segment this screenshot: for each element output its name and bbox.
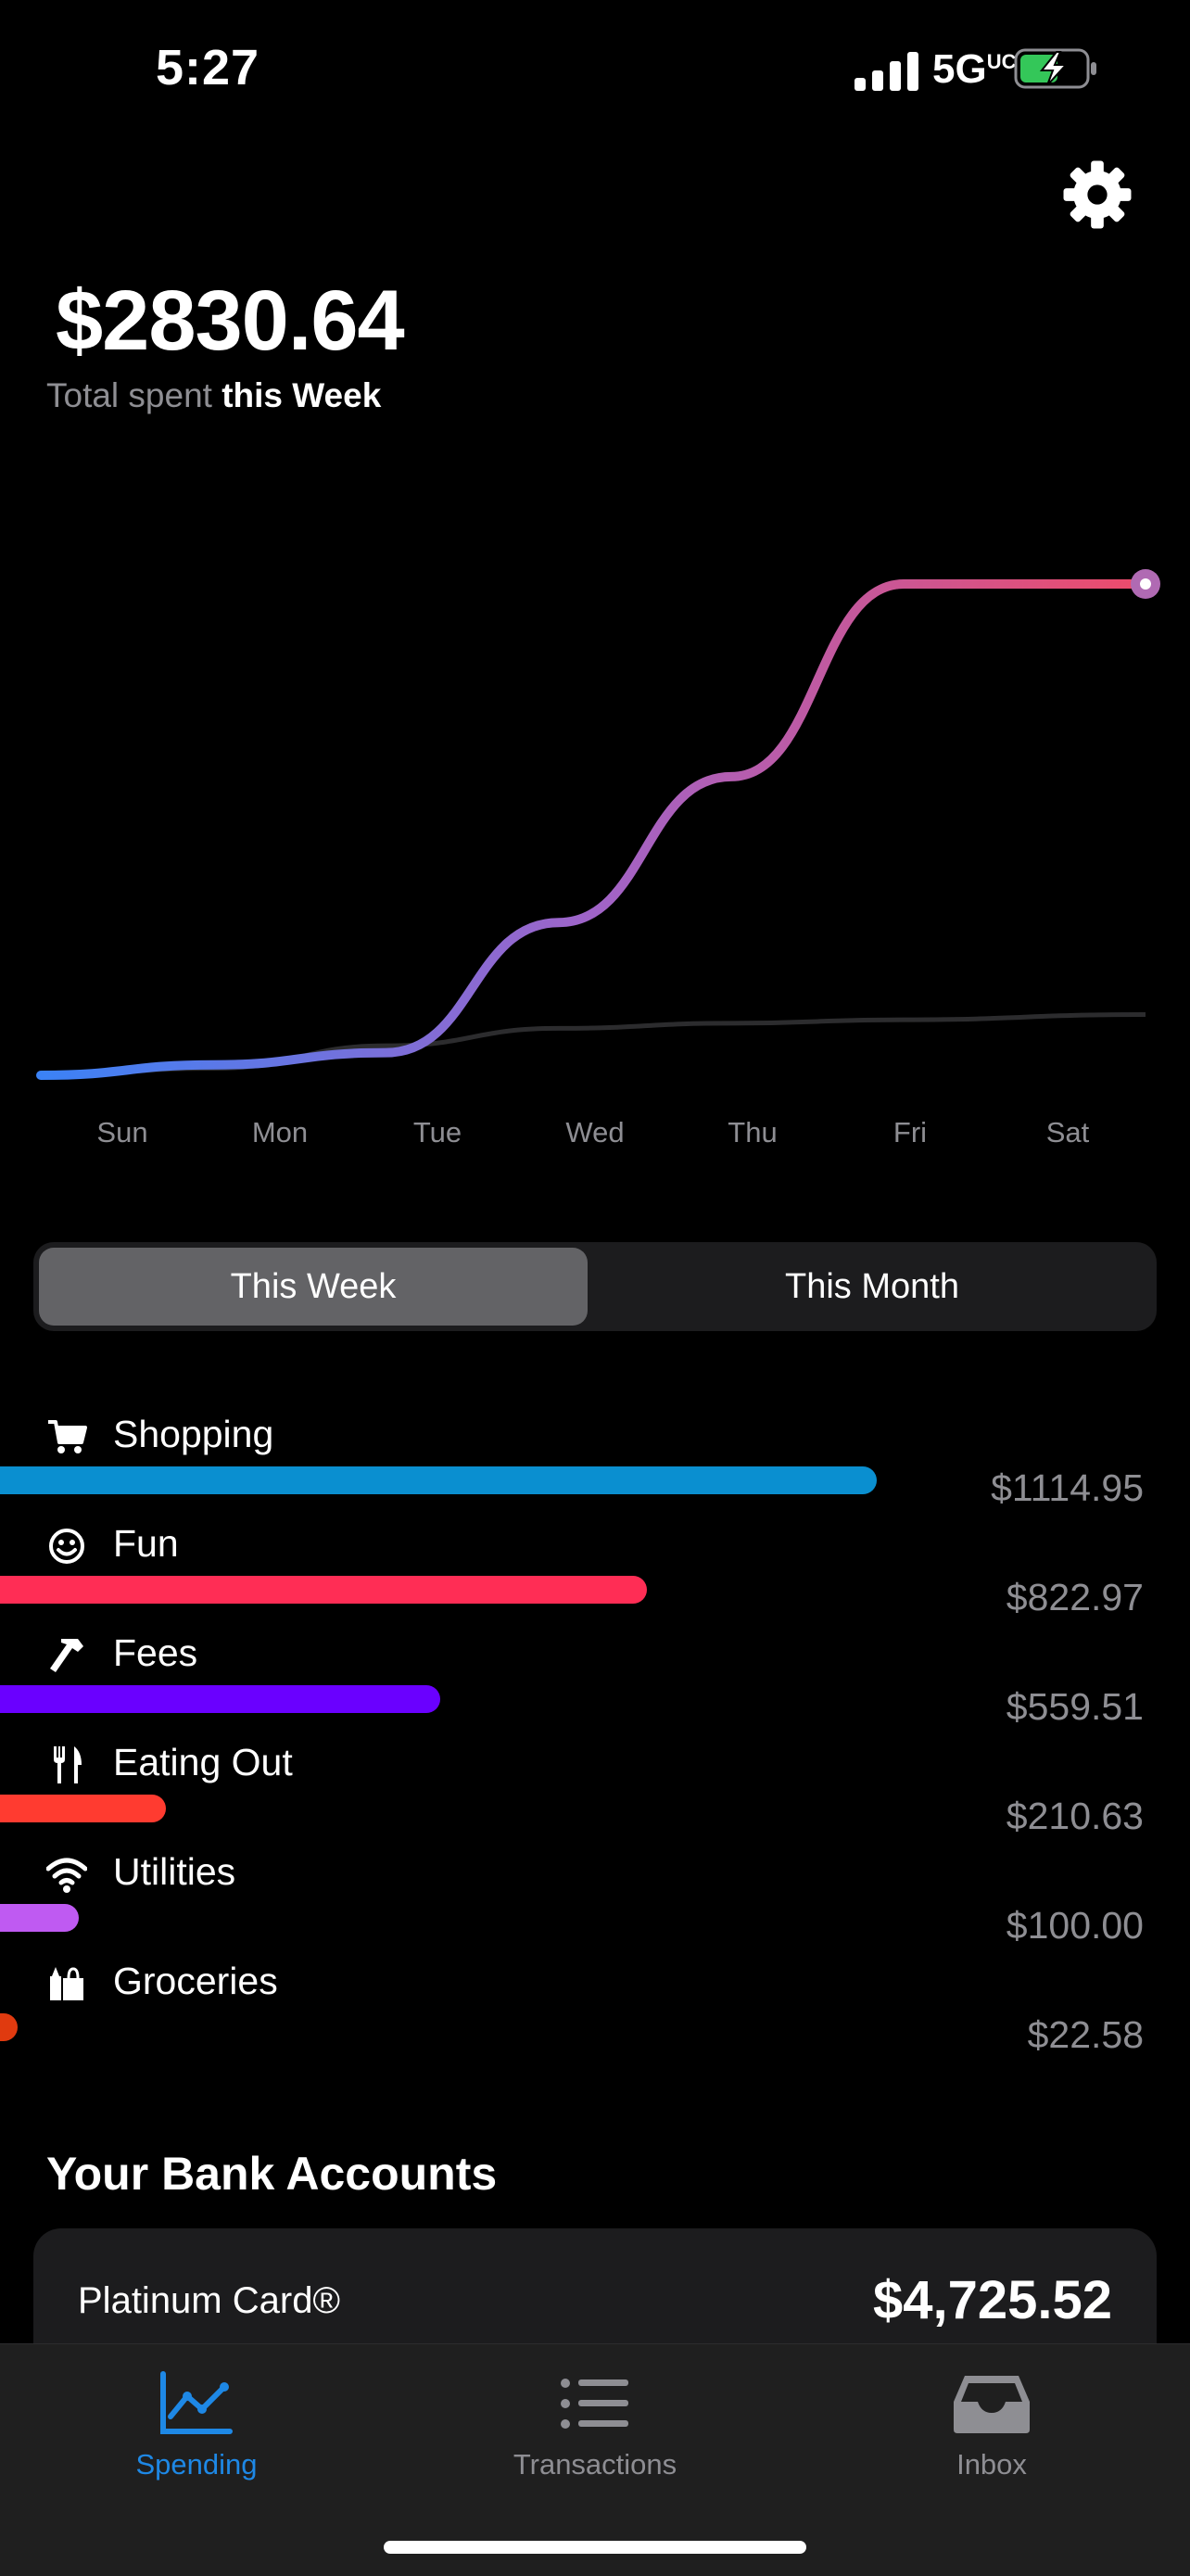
category-row[interactable]: Shopping $1114.95 [0, 1413, 1190, 1522]
chart-day-label: Thu [728, 1116, 778, 1148]
category-label: Shopping [113, 1413, 274, 1455]
tab-transactions[interactable]: Transactions [456, 2370, 734, 2481]
cellular-signal-icon [855, 52, 918, 91]
chart-day-label: Sat [1045, 1116, 1090, 1148]
category-bar [0, 1685, 440, 1713]
tab-inbox-label: Inbox [956, 2448, 1027, 2481]
chart-day-label: Fri [892, 1116, 928, 1148]
category-amount: $559.51 [1006, 1685, 1144, 1728]
grocery-bag-icon [50, 1967, 83, 2000]
inbox-tray-icon [954, 2376, 1030, 2433]
home-indicator[interactable] [384, 2541, 806, 2554]
chart-day-label: Mon [251, 1116, 309, 1148]
bank-accounts-heading: Your Bank Accounts [46, 2148, 498, 2200]
subtitle-prefix: Total spent [46, 376, 212, 414]
list-icon [561, 2379, 628, 2429]
category-row[interactable]: Eating Out $210.63 [0, 1741, 1190, 1850]
network-label: 5G [932, 46, 987, 92]
tab-spending-label: Spending [135, 2448, 258, 2481]
category-bar [0, 1576, 647, 1604]
period-segmented-control: This Week This Month [33, 1242, 1157, 1331]
category-label: Fees [113, 1631, 198, 1674]
category-amount: $210.63 [1006, 1795, 1144, 1837]
chart-day-label: Wed [565, 1116, 625, 1148]
network-suffix: UC [986, 50, 1017, 73]
this-week-segment[interactable]: This Week [39, 1248, 588, 1326]
category-amount: $100.00 [1006, 1904, 1144, 1947]
tab-transactions-label: Transactions [513, 2448, 677, 2481]
chart-day-label: Sun [96, 1116, 148, 1148]
category-bar [0, 1466, 877, 1494]
network-indicator: 5GUC [932, 46, 1016, 93]
category-label: Utilities [113, 1850, 236, 1893]
bank-account-name: Platinum Card® [78, 2280, 340, 2321]
chart-icon [160, 2371, 233, 2434]
chart-x-axis: Sun Mon Tue Wed Thu Fri Sat [0, 1116, 1190, 1162]
battery-charging-icon [1014, 48, 1096, 89]
gear-icon[interactable] [1062, 159, 1133, 230]
chart-endpoint-marker-dot [1140, 578, 1151, 590]
status-time: 5:27 [156, 40, 260, 95]
hammer-icon [50, 1639, 83, 1672]
category-amount: $1114.95 [991, 1466, 1144, 1509]
smiley-icon [49, 1529, 84, 1564]
chart-day-label: Tue [412, 1116, 462, 1148]
category-row[interactable]: Utilities $100.00 [0, 1850, 1190, 1960]
tab-bar: Spending Transactions Inbox [0, 2343, 1190, 2576]
subtitle-period: this Week [222, 376, 382, 414]
status-bar: 5:27 5GUC [0, 0, 1190, 139]
category-row[interactable]: Fun $822.97 [0, 1522, 1190, 1631]
wifi-icon [46, 1858, 87, 1893]
this-month-segment[interactable]: This Month [593, 1248, 1151, 1326]
category-row[interactable]: Fees $559.51 [0, 1631, 1190, 1741]
category-row[interactable]: Groceries $22.58 [0, 1960, 1190, 2069]
tab-inbox[interactable]: Inbox [853, 2370, 1131, 2481]
cart-icon [48, 1420, 87, 1453]
category-amount: $22.58 [1027, 2013, 1144, 2056]
category-bar [0, 1795, 166, 1822]
category-label: Groceries [113, 1960, 278, 2002]
tab-spending[interactable]: Spending [57, 2370, 335, 2481]
category-label: Fun [113, 1522, 179, 1565]
total-spent-amount: $2830.64 [56, 273, 405, 368]
spending-chart [36, 569, 1160, 1080]
category-label: Eating Out [113, 1741, 293, 1783]
fork-knife-icon [54, 1746, 82, 1783]
bank-account-balance: $4,725.52 [872, 2270, 1112, 2330]
total-spent-subtitle: Total spent this Week [46, 376, 381, 415]
category-bar [0, 1904, 79, 1932]
spending-series-line [36, 579, 1150, 1080]
category-amount: $822.97 [1006, 1576, 1144, 1618]
category-bar [0, 2013, 18, 2041]
